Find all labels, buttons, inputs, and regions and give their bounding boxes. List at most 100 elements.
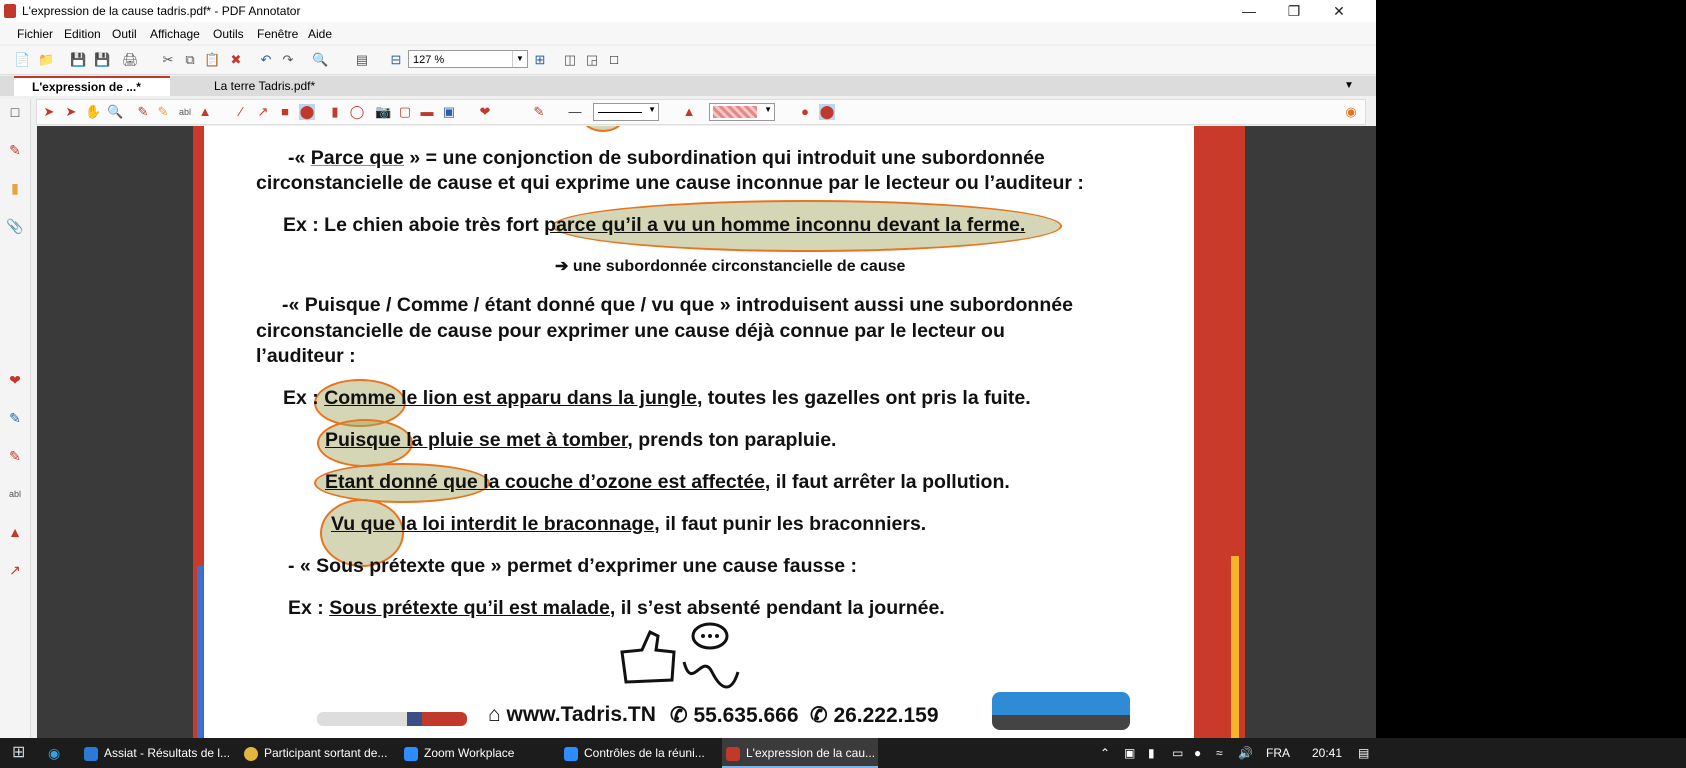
highlighter-icon[interactable]: ✎ xyxy=(6,447,24,465)
microphone-icon[interactable]: ● xyxy=(1194,746,1201,760)
chevron-down-icon[interactable]: ▼ xyxy=(764,105,772,114)
favorites-heart-icon[interactable]: ❤ xyxy=(477,104,493,120)
network-icon[interactable]: ▭ xyxy=(1172,746,1183,760)
camera-tool-icon[interactable]: 📷 xyxy=(375,104,391,120)
select-arrow-icon[interactable]: ➤ xyxy=(41,104,57,120)
lasso-tool-icon[interactable]: ◯ xyxy=(349,104,365,120)
fill-pattern-select[interactable]: ▼ xyxy=(709,103,775,121)
fullscreen-icon[interactable]: □ xyxy=(606,52,622,68)
find-icon[interactable]: 🔍 xyxy=(312,52,328,68)
zoom-tool-icon[interactable]: 🔍 xyxy=(107,104,123,120)
rectangle-tool-icon[interactable]: ■ xyxy=(277,104,293,120)
pdf-page[interactable]: -« Parce que » = une conjonction de subo… xyxy=(204,126,1194,738)
meet-now-icon[interactable]: ▣ xyxy=(1124,746,1135,760)
close-button[interactable]: ✕ xyxy=(1318,0,1360,22)
crop-tool-icon[interactable]: ▢ xyxy=(397,104,413,120)
windows-start-icon[interactable]: ⊞ xyxy=(12,738,32,768)
page-layout-icon[interactable]: ▤ xyxy=(354,52,370,68)
taskbar-item-assiat[interactable]: Assiat - Résultats de l... xyxy=(84,738,234,768)
arrow-icon[interactable]: ↗ xyxy=(6,561,24,579)
menu-fichier[interactable]: Fichier xyxy=(17,27,53,41)
chevron-down-icon[interactable]: ▼ xyxy=(512,51,527,67)
menu-outils[interactable]: Outils xyxy=(213,27,244,41)
maximize-button[interactable]: ❐ xyxy=(1273,0,1315,22)
zoom-in-icon[interactable]: ⊞ xyxy=(532,52,548,68)
filled-ellipse-icon[interactable]: ⬤ xyxy=(819,104,835,120)
wifi-icon[interactable]: ≈ xyxy=(1216,746,1223,760)
zoom-icon xyxy=(404,746,418,761)
dot-tool-icon[interactable]: ● xyxy=(797,104,813,120)
insert-image-icon[interactable]: ▣ xyxy=(441,104,457,120)
menu-fenetre[interactable]: Fenêtre xyxy=(257,27,298,41)
line-width-preview xyxy=(598,112,642,113)
save-icon[interactable]: 💾 xyxy=(70,52,86,68)
line-color-icon[interactable]: ✎ xyxy=(531,104,547,120)
zoom-out-icon[interactable]: ⊟ xyxy=(388,52,404,68)
hand-icon[interactable]: ✋ xyxy=(85,104,101,120)
battery-icon[interactable]: ▮ xyxy=(1148,746,1155,760)
text-select-icon[interactable]: ➤ xyxy=(63,104,79,120)
taskbar-item-zoom[interactable]: Zoom Workplace xyxy=(404,738,554,768)
document-viewer[interactable]: -« Parce que » = une conjonction de subo… xyxy=(37,126,1376,738)
highlighter-tool-icon[interactable]: ✎ xyxy=(155,104,171,120)
chevron-down-icon[interactable]: ▼ xyxy=(648,105,656,114)
pen-tool-icon[interactable]: ✎ xyxy=(135,104,151,120)
tab-terre-tadris[interactable]: La terre Tadris.pdf* xyxy=(214,76,354,96)
language-indicator[interactable]: FRA xyxy=(1266,746,1290,760)
zoom-select[interactable]: 127 % ▼ xyxy=(408,50,528,68)
eraser-tool-icon[interactable]: ▮ xyxy=(327,104,343,120)
main-toolbar: 📄 📁 💾 💾 🖨 ✂ ⧉ 📋 ✖ ↶ ↷ 🔍 ▤ ⊟ ⊞ ◫ ◲ □ xyxy=(0,46,1376,75)
taskbar-item-zoom-controls[interactable]: Contrôles de la réuni... xyxy=(564,738,714,768)
line-style-icon[interactable]: — xyxy=(567,104,583,120)
print-icon[interactable]: 🖨 xyxy=(122,52,139,68)
fill-color-icon[interactable]: ▲ xyxy=(681,104,697,120)
ellipse-tool-icon[interactable]: ⬤ xyxy=(299,104,315,120)
taskbar-item-chrome[interactable]: Participant sortant de... xyxy=(244,738,394,768)
edge-browser-icon[interactable]: ◉ xyxy=(48,738,68,768)
undo-icon[interactable]: ↶ xyxy=(258,52,274,68)
clock[interactable]: 20:41 xyxy=(1312,746,1342,760)
menu-edition[interactable]: Edition xyxy=(64,27,101,41)
new-document-icon[interactable]: 📄 xyxy=(14,52,30,68)
text-field-icon[interactable]: abl xyxy=(6,485,24,503)
menu-aide[interactable]: Aide xyxy=(308,27,332,41)
marker-icon[interactable]: ✎ xyxy=(6,409,24,427)
minimize-button[interactable]: — xyxy=(1228,0,1270,22)
fit-width-icon[interactable]: ◫ xyxy=(562,52,578,68)
example-4: Etant donné que la couche d’ozone est af… xyxy=(325,471,1010,493)
stamp-tool-icon[interactable]: ▲ xyxy=(197,104,213,120)
volume-icon[interactable]: 🔊 xyxy=(1238,746,1253,760)
arrow-note: ➔ une subordonnée circonstancielle de ca… xyxy=(555,258,906,275)
stamp-icon[interactable]: ▲ xyxy=(6,523,24,541)
open-folder-icon[interactable]: 📁 xyxy=(38,52,54,68)
folder-icon[interactable]: ▮ xyxy=(6,179,24,197)
ellipse-annotation[interactable] xyxy=(581,126,625,132)
document-tabs: L'expression de ...* La terre Tadris.pdf… xyxy=(0,76,1376,96)
favorite-heart-icon[interactable]: ❤ xyxy=(6,371,24,389)
left-sidebar: □ ✎ ▮ 📎 ❤ ✎ ✎ abl ▲ ↗ xyxy=(0,99,31,738)
menu-outil[interactable]: Outil xyxy=(112,27,137,41)
save-all-icon[interactable]: 💾 xyxy=(94,52,110,68)
pen-icon[interactable]: ✎ xyxy=(6,141,24,159)
arrow-tool-icon[interactable]: ↗ xyxy=(255,104,271,120)
menu-affichage[interactable]: Affichage xyxy=(150,27,200,41)
chevron-up-icon[interactable]: ⌃ xyxy=(1100,746,1110,760)
page-thumbnail-icon[interactable]: □ xyxy=(6,103,24,121)
tabs-dropdown-icon[interactable]: ▼ xyxy=(1344,76,1364,96)
tab-expression-cause[interactable]: L'expression de ...* xyxy=(14,76,170,96)
footer-phone-2: ✆ 26.222.159 xyxy=(810,704,939,727)
ruler-tool-icon[interactable]: ▬ xyxy=(419,104,435,120)
line-width-select[interactable]: ▼ xyxy=(593,103,659,121)
delete-icon[interactable]: ✖ xyxy=(228,52,244,68)
taskbar-item-pdf-annotator[interactable]: L'expression de la cau... xyxy=(722,738,878,768)
line-tool-icon[interactable]: ∕ xyxy=(233,104,249,120)
paste-icon[interactable]: 📋 xyxy=(204,52,220,68)
redo-icon[interactable]: ↷ xyxy=(280,52,296,68)
cut-icon[interactable]: ✂ xyxy=(160,52,176,68)
notifications-icon[interactable]: ▤ xyxy=(1358,746,1369,760)
pdf-tools-icon[interactable]: ◉ xyxy=(1343,104,1359,120)
attachment-icon[interactable]: 📎 xyxy=(6,217,24,235)
text-tool-icon[interactable]: abl xyxy=(177,104,193,120)
copy-icon[interactable]: ⧉ xyxy=(182,52,198,68)
fit-page-icon[interactable]: ◲ xyxy=(584,52,600,68)
